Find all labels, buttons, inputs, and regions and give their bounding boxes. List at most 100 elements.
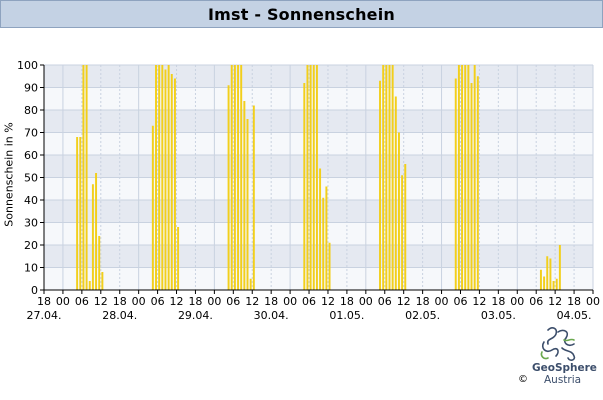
sunshine-bar xyxy=(155,65,157,290)
plot-band xyxy=(44,132,593,155)
sunshine-bar xyxy=(98,236,101,290)
sunshine-bar xyxy=(552,281,555,290)
x-tick-label: 18 xyxy=(416,295,430,308)
x-tick-label: 12 xyxy=(321,295,335,308)
x-tick-label: 00 xyxy=(207,295,221,308)
sunshine-bar xyxy=(382,65,385,290)
x-tick-label: 18 xyxy=(113,295,127,308)
copyright-symbol: © xyxy=(518,374,528,385)
sunshine-bar xyxy=(539,269,542,290)
sunshine-bar xyxy=(85,65,88,290)
sunshine-bar xyxy=(315,65,318,290)
x-tick-label: 06 xyxy=(226,295,240,308)
sunshine-bar xyxy=(391,65,394,290)
sunshine-bar xyxy=(385,65,388,290)
sunshine-bar xyxy=(470,83,473,290)
y-tick-label: 50 xyxy=(24,172,38,185)
plot-band xyxy=(44,222,593,245)
x-tick-label: 18 xyxy=(188,295,202,308)
sunshine-bar xyxy=(546,256,549,290)
plot-band xyxy=(44,87,593,110)
x-tick-label: 00 xyxy=(510,295,524,308)
date-label: 04.05. xyxy=(557,309,592,322)
sunshine-bar xyxy=(88,281,91,290)
sunshine-bar xyxy=(549,258,552,290)
x-tick-label: 06 xyxy=(151,295,165,308)
sunshine-bar xyxy=(246,119,249,290)
sunshine-bar xyxy=(227,85,230,290)
sunshine-bar xyxy=(309,65,312,290)
date-label: 01.05. xyxy=(329,309,364,322)
sunshine-bar xyxy=(476,76,479,290)
sunshine-bar xyxy=(312,65,315,290)
plot-band xyxy=(44,200,593,223)
plot-band xyxy=(44,267,593,290)
sunshine-bar xyxy=(79,137,82,290)
sunshine-bar xyxy=(76,137,79,290)
y-tick-label: 20 xyxy=(24,239,38,252)
sunshine-bar xyxy=(243,101,246,290)
plot-band xyxy=(44,177,593,200)
y-tick-label: 30 xyxy=(24,217,38,230)
sunshine-bar xyxy=(82,65,85,290)
sunshine-bar xyxy=(457,65,460,290)
sunshine-bar xyxy=(303,83,306,290)
sunshine-bar xyxy=(454,78,457,290)
date-label: 02.05. xyxy=(405,309,440,322)
sunshine-bar xyxy=(404,164,407,290)
sunshine-bar xyxy=(379,80,382,290)
plot-band xyxy=(44,65,593,88)
sunshine-bar xyxy=(233,65,236,290)
sunshine-bar xyxy=(167,65,170,290)
x-tick-label: 06 xyxy=(529,295,543,308)
date-label: 28.04. xyxy=(102,309,137,322)
sunshine-bar xyxy=(95,173,98,290)
sunshine-bar xyxy=(558,245,561,290)
sunshine-bar xyxy=(177,227,180,290)
plot-band xyxy=(44,155,593,178)
sunshine-bar xyxy=(461,65,464,290)
sunshine-bar xyxy=(237,65,240,290)
y-tick-label: 60 xyxy=(24,149,38,162)
sunshine-bar xyxy=(325,186,328,290)
x-tick-label: 00 xyxy=(56,295,70,308)
y-axis-label: Sonnenschein in % xyxy=(2,122,16,227)
sunshine-bar xyxy=(319,168,322,290)
plot-band xyxy=(44,110,593,133)
y-tick-label: 100 xyxy=(17,59,38,72)
x-tick-label: 12 xyxy=(94,295,108,308)
sunshine-bar xyxy=(388,65,391,290)
sunshine-chart: 010203040506070809010018 00 06 12 18 00 06 12 18… xyxy=(17,59,600,322)
sunshine-bar xyxy=(473,65,476,290)
y-tick-label: 10 xyxy=(24,262,38,275)
sunshine-bar xyxy=(173,78,176,290)
date-label: 30.04. xyxy=(254,309,289,322)
sunshine-bar xyxy=(322,197,325,290)
x-tick-label: 12 xyxy=(397,295,411,308)
sunshine-bar xyxy=(249,278,252,290)
date-label: 27.04. xyxy=(27,309,62,322)
sunshine-bar xyxy=(306,65,309,290)
date-label: 29.04. xyxy=(178,309,213,322)
x-tick-label: 18 xyxy=(264,295,278,308)
sunshine-bar xyxy=(164,69,167,290)
x-tick-label: 06 xyxy=(75,295,89,308)
sunshine-bar xyxy=(91,184,94,290)
x-tick-label: 00 xyxy=(435,295,449,308)
sunshine-bar xyxy=(543,276,546,290)
sunshine-bar xyxy=(252,105,255,290)
x-tick-label: 00 xyxy=(132,295,146,308)
x-tick-label: 06 xyxy=(378,295,392,308)
sunshine-bar xyxy=(230,65,233,290)
x-tick-label: 00 xyxy=(359,295,373,308)
x-tick-label: 12 xyxy=(245,295,259,308)
x-tick-label: 12 xyxy=(472,295,486,308)
sunshine-bar xyxy=(394,96,397,290)
x-tick-label: 12 xyxy=(548,295,562,308)
x-tick-label: 06 xyxy=(453,295,467,308)
sunshine-bar xyxy=(170,74,173,290)
x-tick-label: 12 xyxy=(170,295,184,308)
x-tick-label: 18 xyxy=(340,295,354,308)
y-tick-label: 70 xyxy=(24,127,38,140)
sunshine-bar xyxy=(328,242,331,290)
